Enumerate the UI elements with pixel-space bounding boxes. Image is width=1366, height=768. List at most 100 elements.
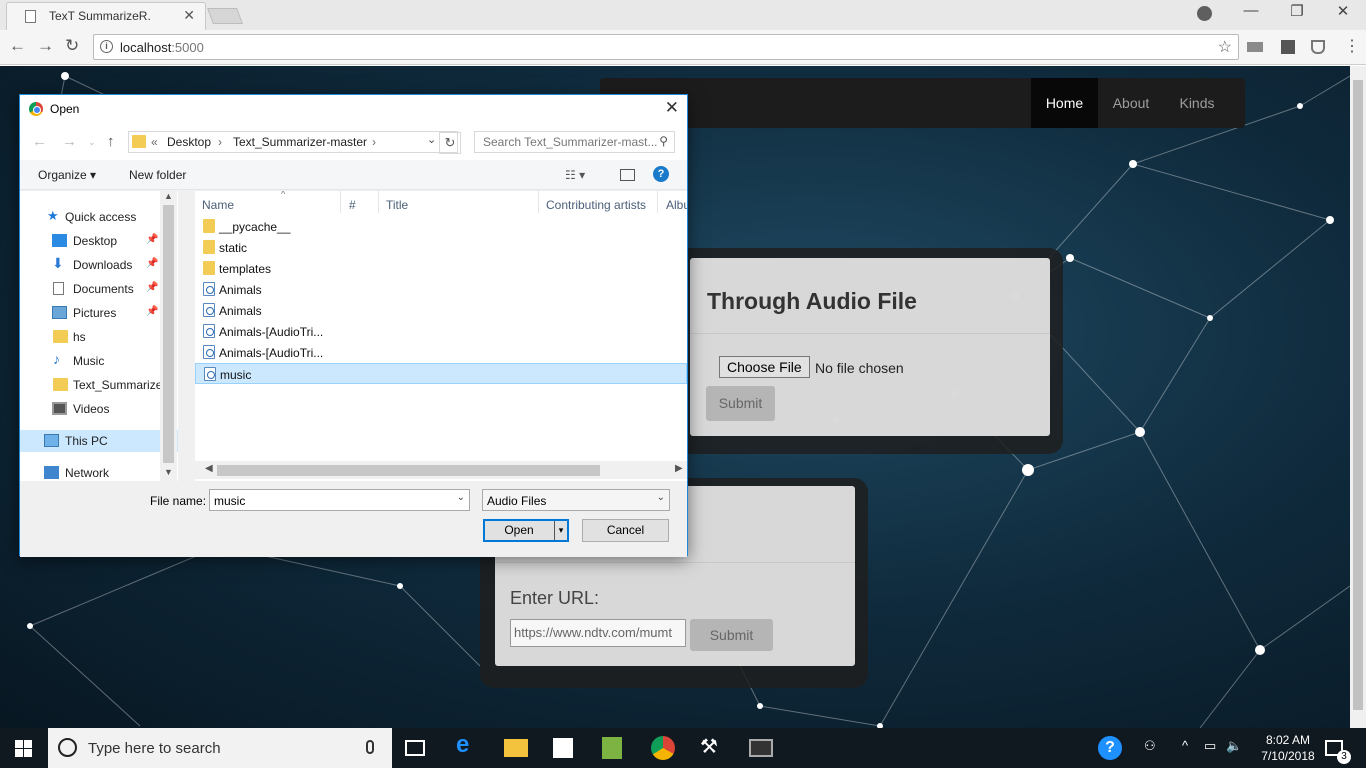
dev-tool-icon[interactable]: ⚒: [700, 734, 724, 758]
edge-icon[interactable]: e: [456, 731, 480, 758]
nav-text-summarizer[interactable]: Text_Summarize: [20, 374, 178, 396]
column-title[interactable]: Title: [386, 198, 408, 212]
nav-kinds[interactable]: Kinds: [1164, 78, 1230, 128]
breadcrumb-desktop[interactable]: Desktop: [167, 135, 211, 149]
close-icon[interactable]: ✕: [665, 98, 679, 118]
nav-hs[interactable]: hs: [20, 326, 178, 348]
shield-extension-icon[interactable]: [1311, 40, 1325, 54]
scroll-right-icon[interactable]: ▶: [675, 463, 683, 474]
navigation-scrollbar[interactable]: ▲ ▼: [160, 191, 177, 481]
chevron-down-icon[interactable]: ⌄: [657, 492, 665, 503]
file-type-select[interactable]: Audio Files ⌄: [482, 489, 670, 511]
file-row[interactable]: Animals-[AudioTri...: [195, 342, 687, 363]
cast-icon[interactable]: [1247, 42, 1263, 52]
scroll-down-icon[interactable]: ▼: [164, 467, 173, 477]
nav-quick-access[interactable]: ★ Quick access: [20, 206, 178, 228]
file-row[interactable]: __pycache__: [195, 216, 687, 237]
url-input[interactable]: https://www.ndtv.com/mumt: [510, 619, 686, 647]
help-tray-icon[interactable]: ?: [1098, 736, 1122, 760]
nav-documents[interactable]: Documents 📌: [20, 278, 178, 300]
nav-this-pc[interactable]: This PC: [20, 430, 178, 452]
breadcrumb-folder[interactable]: Text_Summarizer-master: [233, 135, 367, 149]
store-icon[interactable]: [553, 738, 573, 758]
column-name[interactable]: Name: [202, 198, 234, 212]
breadcrumb[interactable]: « Desktop › Text_Summarizer-master › ⌄: [128, 131, 458, 153]
scrollbar-thumb[interactable]: [217, 465, 600, 476]
close-window-icon[interactable]: ✕: [1328, 2, 1358, 20]
back-icon[interactable]: ←: [32, 133, 47, 150]
scrollbar-thumb[interactable]: [1353, 80, 1363, 710]
open-dropdown-icon[interactable]: ▾: [554, 521, 567, 540]
reload-icon[interactable]: ↻: [65, 36, 79, 56]
page-scrollbar[interactable]: [1350, 66, 1366, 728]
file-row[interactable]: Animals-[AudioTri...: [195, 321, 687, 342]
volume-icon[interactable]: 🔈: [1226, 738, 1242, 754]
address-bar[interactable]: i localhost:5000 ☆: [93, 34, 1239, 60]
column-album[interactable]: Albu: [666, 198, 687, 212]
file-name-input[interactable]: music ⌄: [209, 489, 470, 511]
nav-about[interactable]: About: [1098, 78, 1164, 128]
audio-submit-button[interactable]: Submit: [706, 386, 775, 421]
profile-icon[interactable]: [1197, 6, 1212, 21]
up-icon[interactable]: ↑: [107, 133, 115, 150]
file-row[interactable]: static: [195, 237, 687, 258]
file-row[interactable]: Animals: [195, 279, 687, 300]
forward-icon[interactable]: →: [37, 36, 54, 56]
task-view-icon[interactable]: [405, 740, 425, 756]
nav-music[interactable]: ♪ Music: [20, 350, 178, 372]
scroll-left-icon[interactable]: ◀: [205, 463, 213, 474]
show-hidden-icons[interactable]: ^: [1182, 738, 1188, 753]
restore-icon[interactable]: ❐: [1282, 2, 1312, 20]
terminal-icon[interactable]: [749, 739, 773, 757]
choose-file-button[interactable]: Choose File: [719, 356, 810, 378]
nav-desktop[interactable]: Desktop 📌: [20, 230, 178, 252]
bookmark-star-icon[interactable]: ☆: [1218, 37, 1232, 57]
info-icon[interactable]: i: [100, 40, 113, 53]
windows-start-icon[interactable]: [15, 740, 32, 757]
nav-network[interactable]: Network: [20, 462, 178, 481]
column-number[interactable]: #: [349, 198, 356, 212]
open-button[interactable]: Open ▾: [483, 519, 569, 542]
nav-videos[interactable]: Videos: [20, 398, 178, 420]
network-tray-icon[interactable]: ▭: [1204, 738, 1216, 754]
eyedropper-extension-icon[interactable]: [1281, 40, 1295, 54]
help-icon[interactable]: ?: [653, 166, 669, 182]
notepad-plus-icon[interactable]: [602, 737, 622, 759]
url-submit-button[interactable]: Submit: [690, 619, 773, 651]
organize-button[interactable]: Organize ▾: [38, 168, 96, 182]
preview-pane-icon[interactable]: [620, 169, 635, 181]
close-tab-icon[interactable]: ✕: [183, 7, 195, 24]
forward-icon[interactable]: →: [62, 133, 77, 150]
breadcrumb-overflow[interactable]: «: [151, 135, 158, 149]
new-folder-button[interactable]: New folder: [129, 168, 186, 182]
nav-downloads[interactable]: ⬇ Downloads 📌: [20, 254, 178, 276]
taskbar-search[interactable]: Type here to search: [48, 728, 392, 768]
file-row[interactable]: templates: [195, 258, 687, 279]
clock[interactable]: 8:02 AM 7/10/2018: [1258, 732, 1318, 764]
new-tab-button[interactable]: [207, 8, 243, 24]
browser-tab[interactable]: TexT SummarizeR. ✕: [6, 2, 206, 30]
chrome-icon[interactable]: [651, 736, 675, 760]
menu-icon[interactable]: ⋮: [1344, 36, 1360, 55]
file-row[interactable]: Animals: [195, 300, 687, 321]
chevron-down-icon[interactable]: ⌄: [427, 133, 436, 146]
search-input[interactable]: Search Text_Summarizer-mast... ⚲: [474, 131, 675, 153]
cancel-button[interactable]: Cancel: [582, 519, 669, 542]
microphone-icon[interactable]: [366, 740, 374, 754]
nav-pictures[interactable]: Pictures 📌: [20, 302, 178, 324]
column-contributing-artists[interactable]: Contributing artists: [546, 198, 646, 212]
nav-home[interactable]: Home: [1031, 78, 1098, 128]
chevron-down-icon[interactable]: ⌄: [457, 492, 465, 503]
scrollbar-thumb[interactable]: [163, 205, 174, 463]
file-row-selected[interactable]: music: [195, 363, 687, 384]
horizontal-scrollbar[interactable]: ◀ ▶: [195, 461, 687, 479]
back-icon[interactable]: ←: [9, 36, 26, 56]
refresh-icon[interactable]: ↻: [439, 132, 461, 154]
breadcrumb-separator: ›: [218, 135, 222, 149]
view-options-icon[interactable]: ☷ ▾: [565, 168, 585, 182]
minimize-icon[interactable]: —: [1236, 2, 1266, 19]
file-explorer-icon[interactable]: [504, 739, 528, 757]
people-icon[interactable]: ⚇: [1144, 738, 1156, 754]
scroll-up-icon[interactable]: ▲: [164, 191, 173, 201]
recent-locations-icon[interactable]: ⌄: [88, 137, 96, 148]
